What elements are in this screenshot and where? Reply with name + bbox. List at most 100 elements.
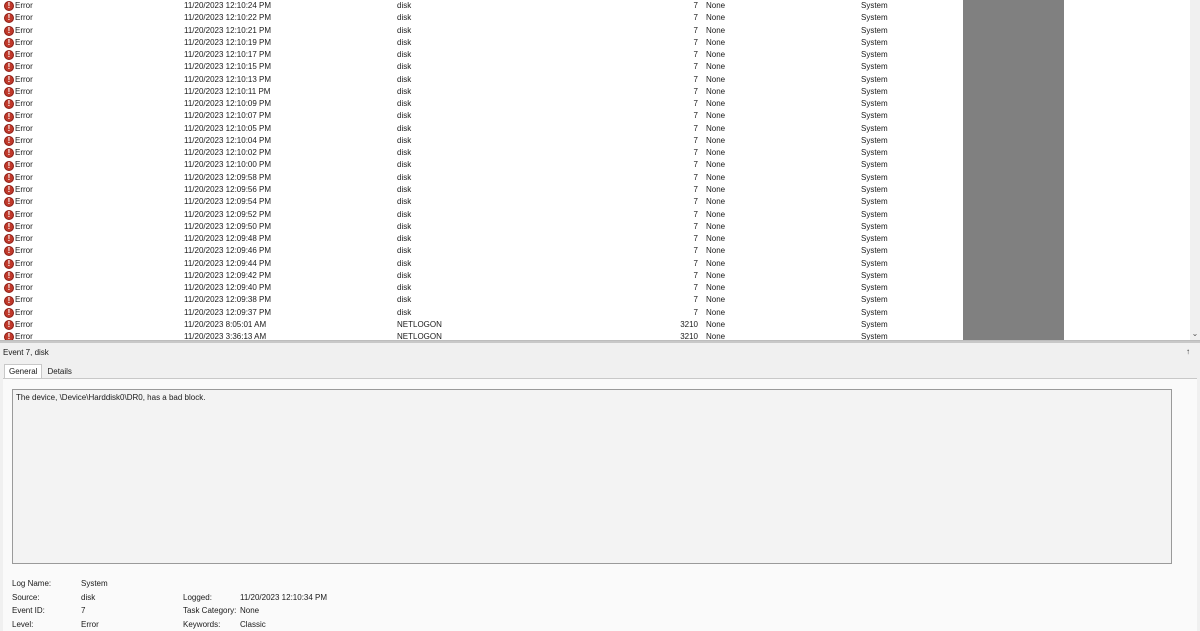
event-message-box[interactable]: The device, \Device\Harddisk0\DR0, has a…: [12, 389, 1172, 564]
log-cell: System: [861, 295, 888, 305]
event-id-cell: 7: [693, 37, 698, 47]
pane-splitter[interactable]: [0, 340, 1200, 343]
error-icon: !: [4, 148, 14, 159]
date-cell: 11/20/2023 12:10:09 PM: [184, 99, 272, 109]
level-cell: ! Error: [4, 0, 33, 12]
level-text: Error: [15, 295, 33, 305]
log-cell: System: [861, 86, 888, 96]
source-cell: disk: [397, 270, 412, 280]
error-icon: !: [4, 62, 14, 73]
level-cell: ! Error: [4, 233, 33, 245]
source-cell: disk: [397, 123, 412, 133]
log-cell: System: [861, 197, 888, 207]
log-cell: System: [861, 123, 888, 133]
event-list-scrollbar[interactable]: [1190, 0, 1200, 340]
level-text: Error: [15, 1, 33, 10]
source-cell: disk: [397, 1, 412, 10]
log-cell: System: [861, 209, 888, 219]
log-cell: System: [861, 99, 888, 109]
level-text: Error: [15, 148, 33, 158]
level-text: Error: [15, 111, 33, 121]
error-icon: !: [4, 172, 14, 183]
task-category-cell: None: [706, 148, 726, 158]
source-cell: disk: [397, 74, 412, 84]
level-text: Error: [15, 135, 33, 145]
keywords-label: Keywords:: [183, 620, 221, 629]
source-cell: disk: [397, 172, 412, 182]
event-id-cell: 7: [693, 184, 698, 194]
event-id-cell: 7: [693, 283, 698, 293]
error-icon: !: [4, 221, 14, 232]
level-text: Error: [15, 307, 33, 317]
date-cell: 11/20/2023 12:10:00 PM: [184, 160, 272, 170]
level-text: Error: [15, 86, 33, 96]
date-cell: 11/20/2023 12:09:44 PM: [184, 258, 272, 268]
date-cell: 11/20/2023 12:10:19 PM: [184, 37, 272, 47]
error-icon: !: [4, 234, 14, 245]
error-icon: !: [4, 160, 14, 171]
event-id-cell: 7: [693, 74, 698, 84]
task-category-cell: None: [706, 1, 726, 10]
log-cell: System: [861, 1, 888, 10]
date-cell: 11/20/2023 12:09:46 PM: [184, 246, 272, 256]
source-cell: disk: [397, 160, 412, 170]
task-category-cell: None: [706, 209, 726, 219]
logged-value: 11/20/2023 12:10:34 PM: [240, 593, 328, 602]
log-cell: System: [861, 221, 888, 231]
task-category-cell: None: [706, 135, 726, 145]
level-text: Error: [15, 172, 33, 182]
level-cell: ! Error: [4, 184, 33, 196]
error-icon: !: [4, 295, 14, 306]
log-cell: System: [861, 25, 888, 35]
source-cell: disk: [397, 111, 412, 121]
source-cell: disk: [397, 148, 412, 158]
date-cell: 11/20/2023 12:09:37 PM: [184, 307, 272, 317]
source-value: disk: [81, 593, 96, 602]
logged-label: Logged:: [183, 593, 212, 602]
event-id-cell: 7: [693, 123, 698, 133]
date-cell: 11/20/2023 8:05:01 AM: [184, 319, 267, 329]
date-cell: 11/20/2023 12:10:11 PM: [184, 86, 271, 96]
date-cell: 11/20/2023 12:10:15 PM: [184, 62, 272, 72]
detail-pane-close-icon[interactable]: ↑: [1186, 347, 1190, 356]
error-icon: !: [4, 1, 14, 12]
level-cell: ! Error: [4, 98, 33, 110]
log-cell: System: [861, 184, 888, 194]
task-category-cell: None: [706, 246, 726, 256]
error-icon: !: [4, 37, 14, 48]
event-id-cell: 7: [693, 209, 698, 219]
date-cell: 11/20/2023 12:10:17 PM: [184, 50, 272, 60]
error-icon: !: [4, 13, 14, 24]
detail-tabs: General Details: [4, 364, 77, 379]
level-text: Error: [15, 184, 33, 194]
task-category-cell: None: [706, 111, 726, 121]
level-text: Error: [15, 258, 33, 268]
level-cell: ! Error: [4, 123, 33, 135]
level-text: Error: [15, 270, 33, 280]
level-cell: ! Error: [4, 221, 33, 233]
event-id-cell: 7: [693, 270, 698, 280]
task-category-cell: None: [706, 99, 726, 109]
level-text: Error: [15, 319, 33, 329]
source-cell: disk: [397, 25, 412, 35]
task-category-cell: None: [706, 184, 726, 194]
date-cell: 11/20/2023 12:09:56 PM: [184, 184, 272, 194]
level-text: Error: [15, 283, 33, 293]
event-id-cell: 7: [693, 258, 698, 268]
log-cell: System: [861, 50, 888, 60]
event-message: The device, \Device\Harddisk0\DR0, has a…: [16, 393, 206, 402]
level-text: Error: [15, 50, 33, 60]
log-cell: System: [861, 258, 888, 268]
tab-general[interactable]: General: [4, 364, 43, 379]
date-cell: 11/20/2023 12:10:05 PM: [184, 123, 272, 133]
level-cell: ! Error: [4, 209, 33, 221]
error-icon: !: [4, 197, 14, 208]
source-cell: disk: [397, 246, 412, 256]
detail-title: Event 7, disk: [3, 348, 49, 357]
level-label: Level:: [12, 620, 34, 629]
event-id-cell: 7: [693, 197, 698, 207]
scroll-down-icon[interactable]: ⌄: [1190, 328, 1200, 340]
source-cell: disk: [397, 86, 412, 96]
date-cell: 11/20/2023 12:10:07 PM: [184, 111, 272, 121]
level-text: Error: [15, 123, 33, 133]
